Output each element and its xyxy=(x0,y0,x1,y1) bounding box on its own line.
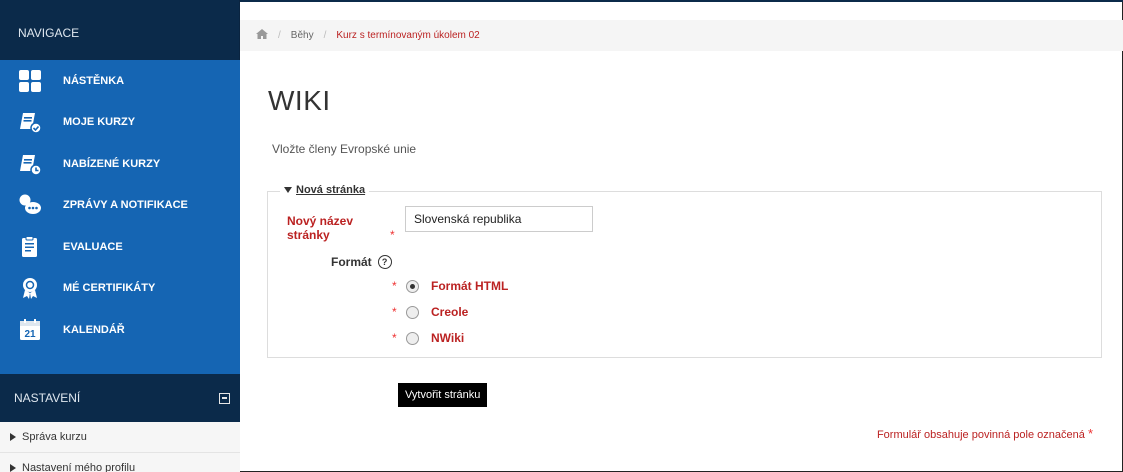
settings-list: Správa kurzu Nastavení mého profilu xyxy=(0,422,240,472)
sidebar: NAVIGACE NÁSTĚNKA MOJE KURZY NABÍZENÉ KU… xyxy=(0,0,240,472)
nav-title: NAVIGACE xyxy=(18,26,80,40)
required-icon: * xyxy=(392,279,397,293)
settings-header[interactable]: NASTAVENÍ xyxy=(0,374,240,422)
format-option-nwiki[interactable]: * NWiki xyxy=(392,331,464,345)
legend-label: Nová stránka xyxy=(296,184,366,196)
calendar-icon: 21 xyxy=(17,317,43,343)
sidebar-item-calendar[interactable]: 21 KALENDÁŘ xyxy=(0,309,240,351)
sidebar-item-messages[interactable]: ZPRÁVY A NOTIFIKACE xyxy=(0,185,240,227)
sidebar-item-label: MOJE KURZY xyxy=(63,116,136,129)
sidebar-item-label: NÁSTĚNKA xyxy=(63,74,125,87)
dashboard-icon xyxy=(17,68,43,94)
format-option-label: NWiki xyxy=(431,331,465,345)
required-note-text: Formulář obsahuje povinná pole označená xyxy=(876,429,1085,441)
sidebar-item-label: MÉ CERTIFIKÁTY xyxy=(63,282,156,295)
format-option-html[interactable]: * Formát HTML xyxy=(392,279,508,293)
nav-list: NÁSTĚNKA MOJE KURZY NABÍZENÉ KURZY ZPRÁV… xyxy=(0,60,240,353)
caret-right-icon xyxy=(10,464,16,472)
format-row: Formát ? xyxy=(331,255,392,269)
certificate-icon xyxy=(17,275,43,301)
sidebar-item-certificates[interactable]: MÉ CERTIFIKÁTY xyxy=(0,268,240,310)
sidebar-item-label: EVALUACE xyxy=(63,240,123,253)
format-option-creole[interactable]: * Creole xyxy=(392,305,468,319)
radio-html[interactable] xyxy=(406,279,419,293)
new-page-fieldset: Nová stránka Nový název stránky * Formát… xyxy=(267,184,1102,358)
required-note: Formulář obsahuje povinná pole označená … xyxy=(877,426,1093,441)
intro-text: Vložte členy Evropské unie xyxy=(272,142,417,156)
required-icon: * xyxy=(392,331,397,345)
radio-nwiki[interactable] xyxy=(406,331,419,345)
sidebar-item-offered-courses[interactable]: NABÍZENÉ KURZY xyxy=(0,143,240,185)
settings-title: NASTAVENÍ xyxy=(14,391,81,405)
breadcrumb-separator: / xyxy=(278,30,281,41)
evaluation-icon xyxy=(17,234,43,260)
fieldset-legend[interactable]: Nová stránka xyxy=(280,184,370,196)
format-label: Formát xyxy=(331,255,372,269)
nav-header: NAVIGACE xyxy=(0,0,240,60)
required-icon: * xyxy=(1087,426,1093,441)
format-option-label: Formát HTML xyxy=(431,279,509,293)
breadcrumb: / Běhy / Kurz s termínovaným úkolem 02 xyxy=(240,20,1123,51)
home-icon[interactable] xyxy=(256,29,268,42)
settings-item-label: Správa kurzu xyxy=(22,431,87,443)
breadcrumb-current[interactable]: Kurz s termínovaným úkolem 02 xyxy=(336,30,479,41)
caret-down-icon xyxy=(284,187,292,193)
settings-item-profile[interactable]: Nastavení mého profilu xyxy=(0,453,240,472)
sidebar-item-label: KALENDÁŘ xyxy=(63,323,125,336)
offered-courses-icon xyxy=(17,151,43,177)
page-name-input[interactable] xyxy=(405,206,593,232)
help-icon[interactable]: ? xyxy=(377,255,392,269)
format-option-label: Creole xyxy=(431,305,469,319)
required-icon: * xyxy=(392,305,397,319)
breadcrumb-link-runs[interactable]: Běhy xyxy=(291,30,314,41)
sidebar-item-my-courses[interactable]: MOJE KURZY xyxy=(0,102,240,144)
required-icon: * xyxy=(390,228,395,242)
settings-item-course-admin[interactable]: Správa kurzu xyxy=(0,422,240,453)
messages-icon xyxy=(17,192,43,218)
create-page-button[interactable]: Vytvořit stránku xyxy=(398,383,488,407)
sidebar-item-dashboard[interactable]: NÁSTĚNKA xyxy=(0,60,240,102)
main-content: WIKI Vložte členy Evropské unie Nová str… xyxy=(240,51,1123,472)
sidebar-item-evaluation[interactable]: EVALUACE xyxy=(0,226,240,268)
collapse-icon[interactable] xyxy=(219,392,230,404)
caret-right-icon xyxy=(10,433,16,441)
sidebar-item-label: NABÍZENÉ KURZY xyxy=(63,157,161,170)
nav-list-spacer xyxy=(0,353,240,374)
page-title: WIKI xyxy=(268,85,331,116)
radio-creole[interactable] xyxy=(406,305,419,319)
courses-icon xyxy=(17,109,43,135)
calendar-day-number: 21 xyxy=(24,329,36,340)
sidebar-item-label: ZPRÁVY A NOTIFIKACE xyxy=(63,199,188,212)
settings-item-label: Nastavení mého profilu xyxy=(22,462,136,472)
breadcrumb-separator: / xyxy=(323,30,327,41)
page-name-label: Nový název stránky xyxy=(287,214,354,242)
